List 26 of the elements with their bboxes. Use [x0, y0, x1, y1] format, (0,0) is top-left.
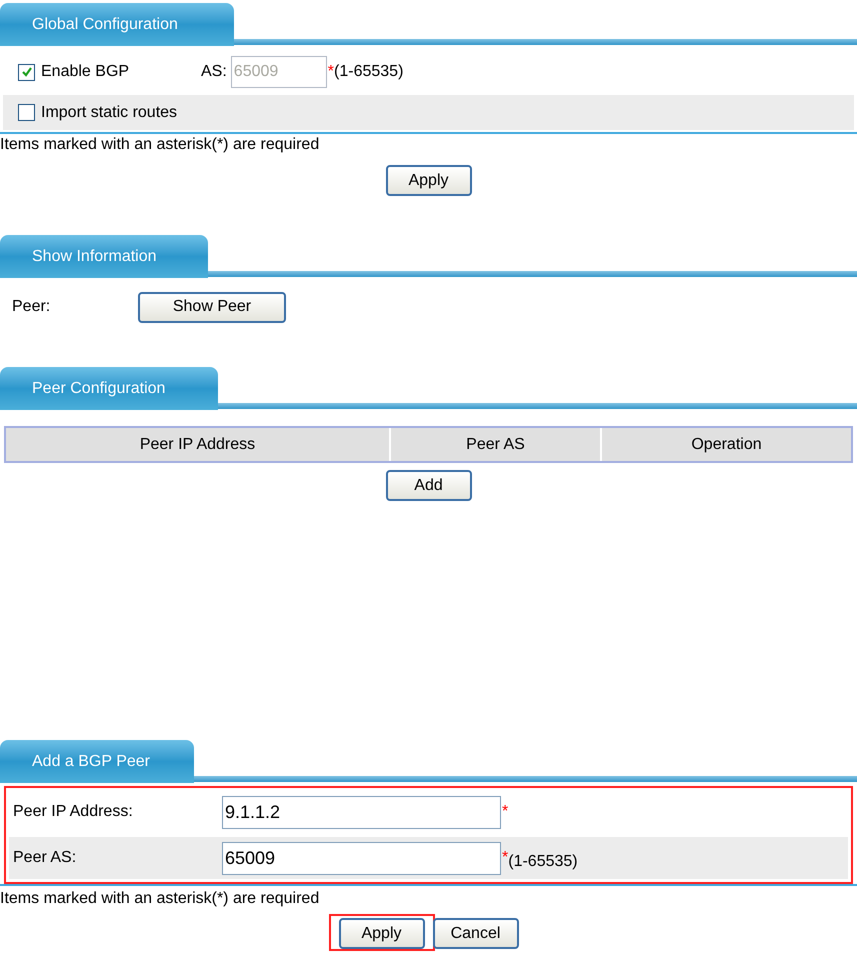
action-button[interactable]: Show Peer: [138, 292, 286, 322]
column-header: Operation: [600, 428, 851, 461]
action-button[interactable]: Cancel: [432, 918, 518, 949]
checkbox-label: Import static routes: [41, 102, 178, 122]
field-label: AS:: [201, 62, 227, 82]
range-hint: (1-65535): [508, 852, 578, 872]
required-note: Items marked with an asterisk(*) are required: [0, 136, 320, 154]
required-note: Items marked with an asterisk(*) are required: [0, 890, 320, 908]
column-header: Peer AS: [389, 428, 600, 461]
checkbox[interactable]: [18, 64, 35, 80]
required-mark: *: [328, 62, 334, 82]
field-label: Peer IP Address:: [12, 802, 134, 822]
check-icon: [20, 66, 32, 78]
field-label: Peer AS:: [12, 848, 78, 868]
action-button[interactable]: Add: [386, 470, 472, 501]
checkbox[interactable]: [18, 104, 35, 121]
action-button[interactable]: Apply: [386, 165, 472, 196]
action-button[interactable]: Apply: [338, 918, 424, 949]
input-field[interactable]: 9.1.1.2: [222, 796, 501, 828]
input-field[interactable]: 65009: [222, 842, 501, 874]
field-label: Peer:: [11, 297, 52, 317]
range-hint: (1-65535): [334, 62, 404, 82]
required-mark: *: [502, 802, 508, 822]
required-mark: *: [502, 848, 508, 868]
column-header: Peer IP Address: [138, 434, 256, 454]
checkbox-label: Enable BGP: [41, 62, 130, 82]
